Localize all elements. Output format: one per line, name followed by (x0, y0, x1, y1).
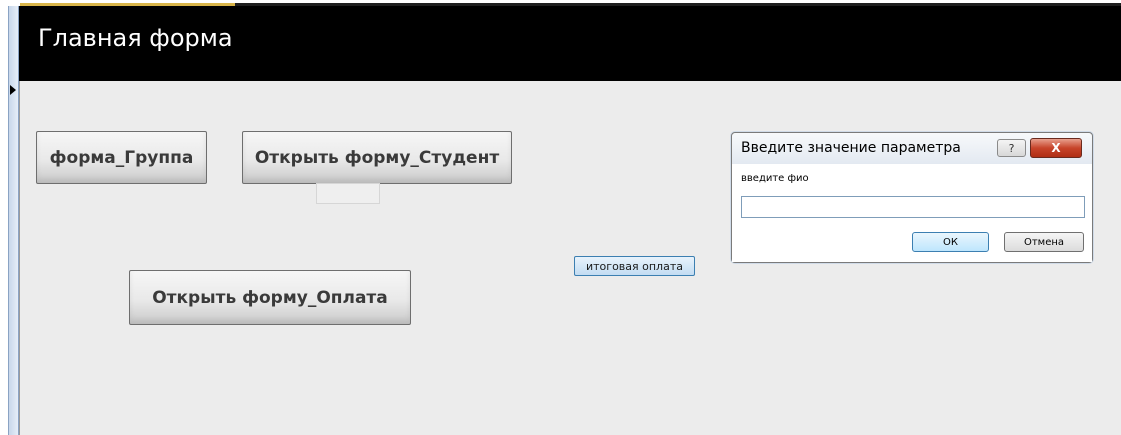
parameter-input[interactable] (741, 196, 1085, 218)
dialog-title: Введите значение параметра (741, 140, 961, 156)
help-icon[interactable]: ? (997, 139, 1026, 157)
dialog-titlebar[interactable]: Введите значение параметра ? X (732, 133, 1092, 164)
parameter-dialog: Введите значение параметра ? X введите ф… (731, 132, 1093, 263)
form-title: Главная форма (38, 24, 233, 52)
cancel-button[interactable]: Отмена (1004, 232, 1084, 252)
ok-button[interactable]: ОК (912, 232, 989, 252)
open-group-form-button[interactable]: форма_Группа (36, 131, 207, 184)
empty-control (316, 183, 380, 204)
form-header: Главная форма (19, 6, 1121, 81)
open-payment-form-button[interactable]: Открыть форму_Оплата (129, 270, 411, 325)
record-selector-bar[interactable] (8, 6, 19, 435)
dialog-prompt-label: введите фио (741, 173, 809, 184)
total-payment-button[interactable]: итоговая оплата (574, 256, 695, 276)
current-record-arrow-icon (10, 85, 16, 95)
dialog-body: введите фио ОК Отмена (732, 164, 1092, 262)
open-student-form-button[interactable]: Открыть форму_Студент (242, 131, 512, 184)
close-icon[interactable]: X (1030, 138, 1082, 158)
